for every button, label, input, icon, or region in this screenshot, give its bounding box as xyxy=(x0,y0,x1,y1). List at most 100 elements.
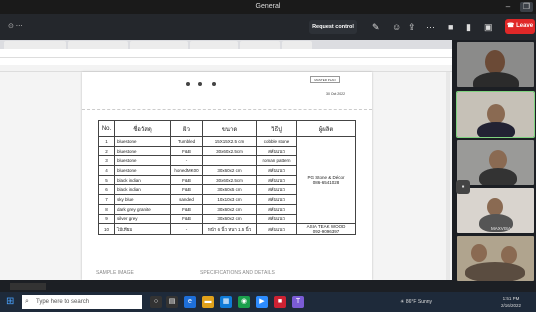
footer-left: SAMPLE IMAGE xyxy=(96,270,134,276)
bookmarks-bar[interactable] xyxy=(0,58,452,65)
zoom-icon[interactable]: ▶ xyxy=(256,296,268,308)
plan-mark: MASTER PLAN xyxy=(310,76,340,83)
meeting-toolbar: ⊙ ⋯ xyxy=(0,14,536,40)
annotate-icon[interactable]: ✎ xyxy=(372,22,380,32)
share-icon[interactable]: ⇪ xyxy=(408,22,416,32)
edge-icon[interactable]: e xyxy=(184,296,196,308)
leave-label: Leave xyxy=(516,23,534,29)
window-title: General xyxy=(255,3,281,10)
meeting-info-icon[interactable]: ⊙ ⋯ xyxy=(8,22,23,30)
participant-name: MAXVISA xyxy=(491,226,512,231)
cell-material: bluestone xyxy=(114,165,171,176)
body xyxy=(479,168,517,185)
screen-share-icon[interactable]: ▣ xyxy=(484,22,493,32)
page-header: MASTER PLAN 30 Oct 2022 xyxy=(82,72,372,110)
body xyxy=(473,72,519,87)
cell-no: 1 xyxy=(98,136,115,147)
more-icon[interactable]: ⋯ xyxy=(426,22,435,32)
cell-material: dark grey granite xyxy=(114,203,171,215)
col-no: No. xyxy=(98,120,115,137)
page-scrollbar[interactable] xyxy=(446,72,450,280)
materials-table: No. ชื่อวัสดุ ผิว ขนาด วิธีปู ผู้ผลิต 1b… xyxy=(98,120,356,236)
cell-no: 3 xyxy=(98,155,115,167)
cell-pattern: สลับแนว xyxy=(256,174,297,186)
widgets-icon[interactable]: ▤ xyxy=(166,296,178,308)
windows-start-icon[interactable]: ⊞ xyxy=(6,297,16,307)
supplier-phone: 092-9096397 xyxy=(312,229,340,235)
cell-surface: honedMK00 xyxy=(170,165,203,176)
cell-material: bluestone xyxy=(114,136,171,147)
cell-material: ไม้เทียม xyxy=(114,223,171,236)
reactions-icon[interactable]: ☺ xyxy=(392,22,401,32)
browser-tab[interactable] xyxy=(190,41,238,49)
camera-off-icon[interactable]: ▪ xyxy=(456,180,470,194)
col-pattern: วิธีปู xyxy=(256,120,297,137)
cell-size: หน้า 6 นิ้ว หนา 1.5 นิ้ว xyxy=(202,223,257,236)
cell-pattern: สลับแนว xyxy=(256,165,297,176)
cell-size xyxy=(202,155,257,167)
col-supplier: ผู้ผลิต xyxy=(296,120,356,137)
participant-video[interactable] xyxy=(457,140,534,185)
file-explorer-icon[interactable]: ▬ xyxy=(202,296,214,308)
cell-size: 15X15X2.5 cm xyxy=(202,136,257,147)
active-speaker-label xyxy=(10,283,46,290)
body xyxy=(477,122,515,137)
cell-material: black indian xyxy=(114,184,171,196)
maximize-icon[interactable]: ❐ xyxy=(520,2,533,12)
browser-tab[interactable] xyxy=(4,41,66,49)
leave-button[interactable]: ☎ Leave xyxy=(505,19,535,34)
camera-icon[interactable]: ■ xyxy=(448,22,453,32)
clock-date: 2/16/2022 xyxy=(501,303,522,308)
browser-tab[interactable] xyxy=(240,41,280,49)
cell-no: 5 xyxy=(98,174,115,186)
teams-icon[interactable]: T xyxy=(292,296,304,308)
cell-size: 30x60x2.5cm xyxy=(202,145,257,157)
avatar xyxy=(489,150,507,170)
cell-pattern: สลับแนว xyxy=(256,213,297,225)
cell-size: 30x60x2.5cm xyxy=(202,174,257,186)
minimize-icon[interactable]: – xyxy=(500,0,516,14)
pdf-page: MASTER PLAN 30 Oct 2022 No. ชื่อวัสดุ ผิ… xyxy=(82,72,372,280)
cell-material: bluestone xyxy=(114,155,171,167)
avatar xyxy=(471,244,487,262)
pdf-toolbar xyxy=(0,65,452,72)
cell-size: 30x60x2 cm xyxy=(202,165,257,176)
address-bar[interactable] xyxy=(0,49,452,58)
browser-tab[interactable] xyxy=(68,41,128,49)
browser-tab-strip xyxy=(0,40,452,49)
participant-video[interactable] xyxy=(456,91,535,138)
window-title-bar: General – ❐ xyxy=(0,0,536,14)
zoom-meeting-window: General – ❐ ⊙ ⋯ Request control ✎ ☺ ⇪ ⋯ … xyxy=(0,0,536,312)
taskbar-clock[interactable]: 1:51 PM 2/16/2022 xyxy=(501,295,521,309)
browser-tab[interactable] xyxy=(282,41,312,49)
task-view-icon[interactable]: ○ xyxy=(150,296,162,308)
cell-pattern: สลับแนว xyxy=(256,145,297,157)
store-icon[interactable]: ▦ xyxy=(220,296,232,308)
browser-tab[interactable] xyxy=(130,41,188,49)
shared-screen: MASTER PLAN 30 Oct 2022 No. ชื่อวัสดุ ผิ… xyxy=(0,40,452,280)
chrome-icon[interactable]: ◉ xyxy=(238,296,250,308)
system-tray[interactable]: ☀ 86°F Sunny xyxy=(400,296,432,308)
cell-size: 30x60x2 cm xyxy=(202,203,257,215)
cell-surface: - xyxy=(170,223,203,236)
microphone-icon[interactable]: ▮ xyxy=(466,22,471,32)
weather-icon: ☀ xyxy=(400,299,405,305)
request-control-button[interactable]: Request control xyxy=(309,20,357,34)
cell-surface: F&B xyxy=(170,145,203,157)
supplier-cell: ASIA TEAK WOOD 092-9096397 xyxy=(296,223,356,236)
windows-taskbar: ⊞ ⌕ Type here to search ○ ▤ e ▬ ▦ ◉ ▶ ■ … xyxy=(0,292,536,312)
phone-icon: ☎ xyxy=(506,23,515,29)
app-icon[interactable]: ■ xyxy=(274,296,286,308)
cell-material: sky blue xyxy=(114,194,171,205)
taskbar-search[interactable]: ⌕ Type here to search xyxy=(22,295,142,309)
cell-material: bluestone xyxy=(114,145,171,157)
participant-video[interactable] xyxy=(457,236,534,281)
table-header-row: No. ชื่อวัสดุ ผิว ขนาด วิธีปู ผู้ผลิต xyxy=(98,120,356,137)
col-surface: ผิว xyxy=(170,120,203,137)
cell-material: black indian xyxy=(114,174,171,186)
avatar xyxy=(501,246,517,264)
avatar xyxy=(485,50,505,74)
participant-video[interactable]: MAXVISA xyxy=(457,188,534,233)
participant-video[interactable] xyxy=(457,42,534,87)
cell-pattern: สลับแนว xyxy=(256,184,297,196)
